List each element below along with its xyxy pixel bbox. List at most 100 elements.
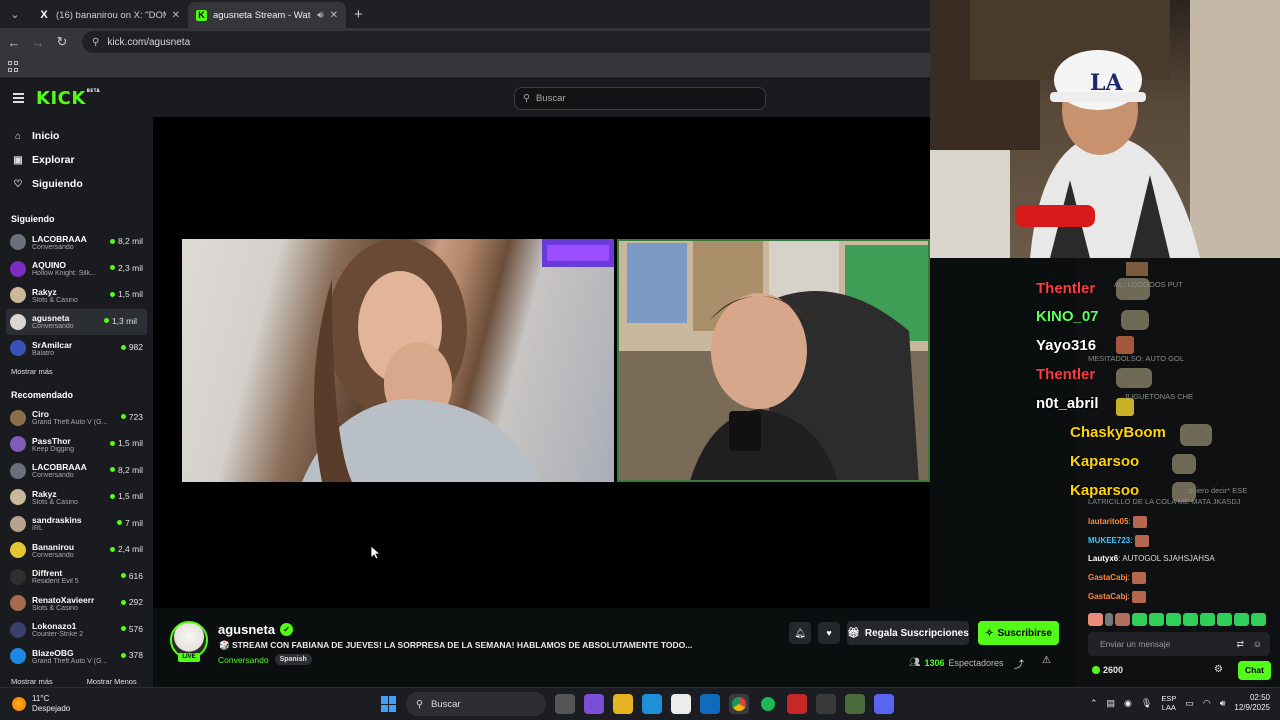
tab-x[interactable]: X (16) bananirou on X: "DOMINGO ✕ xyxy=(30,2,188,28)
sidebar-channel-passthor[interactable]: PassThor Keep Digging 1,5 mil xyxy=(0,431,153,458)
sidebar-item-inicio[interactable]: ⌂ Inicio xyxy=(0,124,153,148)
windows-start-icon[interactable] xyxy=(381,696,397,712)
chevron-up-icon[interactable]: ⌃ xyxy=(1090,698,1098,709)
outlook-icon[interactable] xyxy=(700,694,720,714)
app-icon[interactable] xyxy=(787,694,807,714)
language-tag[interactable]: Spanish xyxy=(274,654,312,665)
obs-icon[interactable] xyxy=(816,694,836,714)
sidebar-channel-lokonazo1[interactable]: Lokonazo1 Counter-Strike 2 576 xyxy=(0,617,153,644)
emote-button[interactable] xyxy=(1234,613,1249,626)
clock[interactable]: 02:50 12/9/2025 xyxy=(1234,693,1270,713)
copilot-icon[interactable] xyxy=(584,694,604,714)
reload-button[interactable]: ↻ xyxy=(50,34,74,50)
channel-viewers: 1,5 mil xyxy=(109,491,143,501)
forward-button[interactable]: → xyxy=(26,35,50,50)
store-icon[interactable] xyxy=(671,694,691,714)
discord-icon[interactable] xyxy=(874,694,894,714)
file-explorer-icon[interactable] xyxy=(613,694,633,714)
back-button[interactable]: ← xyxy=(2,35,26,50)
gear-icon[interactable]: ⚙ xyxy=(1214,664,1223,675)
sidebar-channel-lacobraaa[interactable]: LACOBRAAA Conversando 8,2 mil xyxy=(0,458,153,485)
overlay-chat-username: n0t_abril xyxy=(1036,395,1099,412)
emote-button[interactable] xyxy=(1149,613,1164,626)
weather-widget[interactable]: 11°C Despejado xyxy=(12,694,70,714)
chat-username[interactable]: lautarito05 xyxy=(1088,517,1128,526)
language-indicator[interactable]: ESP LAA xyxy=(1161,694,1176,712)
emote-button[interactable] xyxy=(1105,613,1113,626)
streamer-name[interactable]: agusneta xyxy=(218,622,275,637)
sidebar-channel-diffrent[interactable]: Diffrent Resident Evil 5 616 xyxy=(0,564,153,591)
tray-app-icon[interactable]: ▤ xyxy=(1107,698,1116,709)
close-tab-icon[interactable]: ✕ xyxy=(330,10,338,21)
channel-avatar xyxy=(10,515,26,532)
chat-send-button[interactable]: Chat xyxy=(1238,661,1271,680)
stream-category[interactable]: Conversando xyxy=(218,655,269,665)
overlay-chat-username: Yayo316 xyxy=(1036,337,1097,354)
task-view-icon[interactable] xyxy=(555,694,575,714)
sidebar-channel-rakyz[interactable]: Rakyz Slots & Casino 1,5 mil xyxy=(0,484,153,511)
sidebar-item-siguiendo[interactable]: ♡ Siguiendo xyxy=(0,172,153,196)
channel-avatar xyxy=(10,489,26,506)
chat-username[interactable]: GastaCabj xyxy=(1088,592,1128,601)
search-input[interactable]: ⚲ Buscar xyxy=(514,87,766,110)
emote-button[interactable] xyxy=(1217,613,1232,626)
sidebar-item-explorar[interactable]: ▣ Explorar xyxy=(0,148,153,172)
emote-button[interactable] xyxy=(1166,613,1181,626)
emote-button[interactable] xyxy=(1183,613,1198,626)
taskbar-search[interactable]: ⚲ Buscar xyxy=(406,692,546,716)
channel-points[interactable]: 2600 xyxy=(1092,665,1123,675)
close-tab-icon[interactable]: ✕ xyxy=(172,10,180,21)
sidebar-channel-agusneta[interactable]: agusneta Conversando 1,3 mil xyxy=(6,308,147,335)
apps-grid-icon[interactable] xyxy=(8,61,19,72)
share-icon[interactable]: ⤴ xyxy=(1014,656,1024,671)
sidebar-channel-sramilcar[interactable]: SrAmilcar Balatro 982 xyxy=(0,335,153,362)
notification-bell-button[interactable]: 🔔︎ xyxy=(789,622,811,644)
new-tab-button[interactable]: + xyxy=(354,6,363,23)
show-more-button[interactable]: Mostrar más xyxy=(11,677,53,686)
emote-button[interactable] xyxy=(1251,613,1266,626)
chat-username[interactable]: Lautyx6 xyxy=(1088,554,1118,563)
url-field[interactable]: ⚲ kick.com/agusneta xyxy=(82,31,942,53)
sidebar-channel-blazeobg[interactable]: BlazeOBG Grand Theft Auto V (G... 378 xyxy=(0,643,153,670)
spotify-icon[interactable] xyxy=(758,694,778,714)
site-info-icon[interactable]: ⚲ xyxy=(92,37,99,48)
video-player[interactable] xyxy=(153,117,930,608)
chat-username[interactable]: GastaCabj xyxy=(1088,573,1128,582)
tab-kick[interactable]: K agusneta Stream - Watch Li 🔊︎ ✕ xyxy=(188,2,346,28)
subscribe-button[interactable]: ✧ Suscribirse xyxy=(978,621,1059,645)
show-less-button[interactable]: Mostrar Menos xyxy=(87,677,137,686)
kick-logo[interactable]: KICKBETA xyxy=(36,88,100,109)
chrome-icon[interactable] xyxy=(729,694,749,714)
edge-icon[interactable] xyxy=(642,694,662,714)
sidebar-channel-sandraskins[interactable]: sandraskins IRL 7 mil xyxy=(0,511,153,538)
emoji-icon[interactable]: ☺ xyxy=(1253,639,1262,649)
emote-button[interactable] xyxy=(1088,613,1103,626)
tab-search-button[interactable]: ⌄ xyxy=(4,3,26,25)
sidebar-channel-lacobraaa[interactable]: LACOBRAAA Conversando 8,2 mil xyxy=(0,229,153,256)
sidebar-channel-rakyz[interactable]: Rakyz Slots & Casino 1,5 mil xyxy=(0,282,153,309)
translate-icon[interactable]: ⇄ xyxy=(1236,639,1244,650)
game-icon[interactable] xyxy=(845,694,865,714)
tray-app-icon[interactable]: ◉ xyxy=(1124,698,1132,709)
speaker-icon[interactable]: 🔊︎ xyxy=(317,10,323,21)
emote-button[interactable] xyxy=(1132,613,1147,626)
chat-username[interactable]: MUKEE723 xyxy=(1088,536,1130,545)
sidebar: ⌂ Inicio ▣ Explorar ♡ Siguiendo Siguiendo L… xyxy=(0,117,153,687)
emote-button[interactable] xyxy=(1115,613,1130,626)
monitor-icon[interactable]: ▭ xyxy=(1185,698,1194,709)
sidebar-channel-ciro[interactable]: Ciro Grand Theft Auto V (G... 723 xyxy=(0,405,153,432)
volume-icon[interactable]: 🔊︎ xyxy=(1220,698,1226,709)
follow-heart-button[interactable]: ♥ xyxy=(818,622,840,644)
viewer-count-text: 2,3 mil xyxy=(117,262,143,273)
report-icon[interactable]: ⚠ xyxy=(1042,655,1051,666)
microphone-icon[interactable]: 🎙︎ xyxy=(1141,698,1152,709)
sidebar-channel-bananirou[interactable]: Bananirou Conversando 2,4 mil xyxy=(0,537,153,564)
wifi-icon[interactable]: ◠ xyxy=(1203,698,1211,709)
show-more-following[interactable]: Mostrar más xyxy=(0,367,153,376)
chat-input[interactable]: Enviar un mensaje ⇄ ☺ xyxy=(1088,632,1270,656)
emote-button[interactable] xyxy=(1200,613,1215,626)
sidebar-channel-renatoxavieerr[interactable]: RenatoXavieerr Slots & Casino 292 xyxy=(0,590,153,617)
menu-icon[interactable] xyxy=(13,93,24,105)
gift-subs-button[interactable]: 🎁︎ Regala Suscripciones xyxy=(847,621,969,645)
sidebar-channel-aquino[interactable]: AQUINO Hollow Knight: Silk... 2,3 mil xyxy=(0,256,153,283)
